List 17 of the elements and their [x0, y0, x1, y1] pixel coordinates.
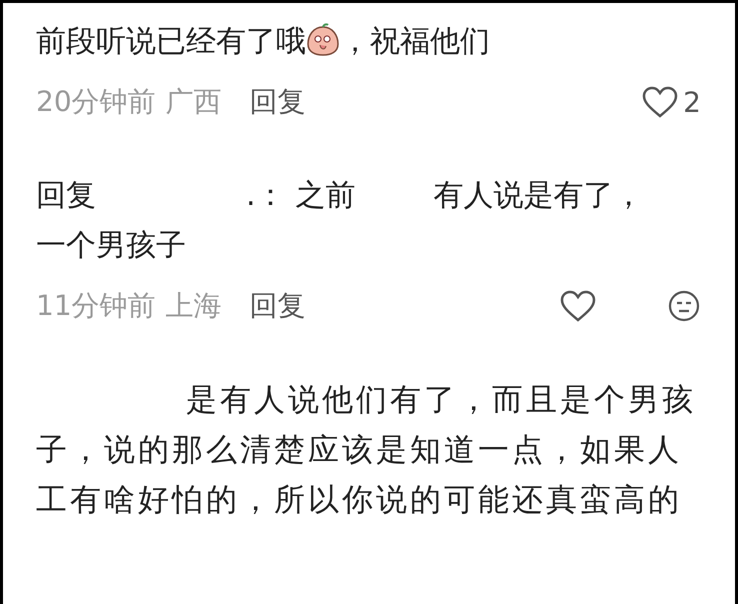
reply-text: 一个男孩子: [36, 227, 187, 265]
comment-location: 上海: [166, 288, 222, 324]
reply-text: 有人说是有了，: [434, 178, 644, 213]
reply-button[interactable]: 回复: [250, 287, 306, 325]
comment-time: 11分钟前: [36, 288, 156, 324]
reply-button[interactable]: 回复: [250, 83, 306, 121]
heart-icon[interactable]: [559, 289, 597, 323]
comment-text: 是有人说他们有了，而且是个男孩子，说的那么清楚应该是知道一点，如果人工有啥好怕的，所以你说的可能还真蛮高的: [36, 381, 697, 520]
reply-prefix: 回复: [36, 178, 96, 213]
reply-text: 之前: [296, 178, 356, 213]
heart-icon[interactable]: [641, 85, 680, 119]
neutral-face-icon[interactable]: [667, 289, 701, 323]
reply-colon: .：: [246, 178, 286, 213]
like-count: 2: [683, 86, 701, 118]
comment-location: 广西: [166, 84, 222, 120]
comment-time: 20分钟前: [36, 84, 156, 120]
comment-text: 前段听说已经有了哦 ，祝福他们: [36, 22, 491, 61]
